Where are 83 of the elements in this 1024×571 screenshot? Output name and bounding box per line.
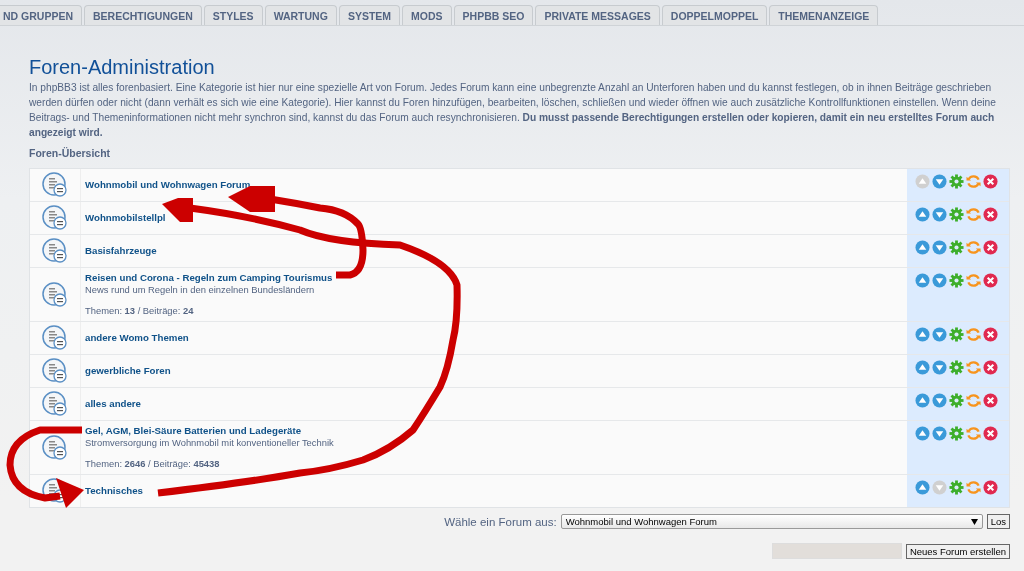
move-up-icon[interactable] xyxy=(915,240,930,255)
intro-paragraph: In phpBB3 ist alles forenbasiert. Eine Kategorie ist hier nur eine spezielle Art von Forum. Jedes Forum kann eine unbegrenzte Anzahl an Unterforen haben und du kannst festlegen, ob in ihnen Beiträge geschrieben werden dürfen oder nicht (dann verhält es sich wie eine Kategorie). Hier kannst du Foren hinzufügen, bearbeiten, löschen, schließen und wieder öffnen wie auch zusätzliche Kontrollfunktionen einstellen. Wenn deine Beitrags- und Themeninformationen nicht mehr synchron sind, kannst du das Forum auch resynchronisieren. Du musst passende Berechtigungen erstellen oder kopieren, damit ein neu erstelltes Forum auch angezeigt wird. xyxy=(29,81,997,140)
delete-icon[interactable] xyxy=(983,273,998,288)
move-up-icon[interactable] xyxy=(915,393,930,408)
settings-icon[interactable] xyxy=(949,327,964,342)
move-up-icon[interactable] xyxy=(915,207,930,222)
go-button[interactable]: Los xyxy=(986,514,1010,529)
settings-icon[interactable] xyxy=(949,393,964,408)
forum-link[interactable]: Technisches xyxy=(85,485,143,497)
nav-tab[interactable]: DOPPELMOPPEL xyxy=(661,5,768,25)
move-down-icon[interactable] xyxy=(932,393,947,408)
forum-link[interactable]: gewerbliche Foren xyxy=(85,365,171,377)
delete-icon[interactable] xyxy=(983,360,998,375)
settings-icon[interactable] xyxy=(949,273,964,288)
settings-icon[interactable] xyxy=(949,360,964,375)
nav-tab[interactable]: SYSTEM xyxy=(338,5,401,25)
move-down-icon[interactable] xyxy=(932,360,947,375)
forum-link[interactable]: alles andere xyxy=(85,398,141,410)
nav-tab[interactable]: STYLES xyxy=(203,5,263,25)
create-forum-button[interactable]: Neues Forum erstellen xyxy=(905,543,1010,559)
refresh-icon[interactable] xyxy=(966,327,981,342)
forum-link[interactable]: Gel, AGM, Blei-Säure Batterien und Ladegeräte xyxy=(85,425,302,437)
page-title: Foren-Administration xyxy=(29,56,216,79)
move-up-icon[interactable] xyxy=(915,273,930,288)
nav-tab[interactable]: THEMENANZEIGE xyxy=(769,5,879,25)
refresh-icon[interactable] xyxy=(966,207,981,222)
forum-icon xyxy=(42,281,68,308)
delete-icon[interactable] xyxy=(983,240,998,255)
forum-icon xyxy=(42,205,68,231)
move-up-icon[interactable] xyxy=(915,327,930,342)
forum-icon xyxy=(42,434,68,461)
forum-select[interactable]: Wohnmobil und Wohnwagen Forum xyxy=(560,514,983,529)
forum-icon xyxy=(42,325,68,351)
move-down-icon[interactable] xyxy=(932,273,947,288)
forum-icon xyxy=(42,358,68,384)
refresh-icon[interactable] xyxy=(966,480,981,495)
forum-link[interactable]: Wohnmobil und Wohnwagen Forum xyxy=(85,179,251,191)
move-down-icon[interactable] xyxy=(932,426,947,441)
delete-icon[interactable] xyxy=(983,174,998,189)
delete-icon[interactable] xyxy=(983,426,998,441)
move-up-icon[interactable] xyxy=(915,360,930,375)
forum-name-input[interactable] xyxy=(771,543,902,559)
settings-icon[interactable] xyxy=(949,240,964,255)
jump-label: Wähle ein Forum aus: xyxy=(444,515,557,528)
move-down-icon[interactable] xyxy=(932,207,947,222)
forum-description: News rund um Regeln in den einzelnen Bundesländern xyxy=(85,284,315,296)
forum-link[interactable]: Wohnmobilstellpl xyxy=(85,212,166,224)
delete-icon[interactable] xyxy=(983,393,998,408)
forum-stats: Themen: 13 / Beiträge: 24 xyxy=(85,305,194,317)
refresh-icon[interactable] xyxy=(966,393,981,408)
section-heading: Foren-Übersicht xyxy=(29,147,112,159)
nav-tab[interactable]: PHPBB SEO xyxy=(453,5,534,25)
refresh-icon[interactable] xyxy=(966,360,981,375)
move-down-icon[interactable] xyxy=(932,327,947,342)
forum-link[interactable]: Reisen und Corona - Regeln zum Camping Tourismus xyxy=(85,272,333,284)
dropdown-caret-icon xyxy=(970,518,978,525)
settings-icon[interactable] xyxy=(949,174,964,189)
delete-icon[interactable] xyxy=(983,480,998,495)
forum-description: Stromversorgung im Wohnmobil mit konventioneller Technik xyxy=(85,437,334,449)
settings-icon[interactable] xyxy=(949,480,964,495)
move-down-icon[interactable] xyxy=(932,240,947,255)
forum-stats: Themen: 2646 / Beiträge: 45438 xyxy=(85,458,220,470)
refresh-icon[interactable] xyxy=(966,273,981,288)
nav-tab[interactable]: BERECHTIGUNGEN xyxy=(84,5,202,25)
delete-icon[interactable] xyxy=(983,327,998,342)
settings-icon[interactable] xyxy=(949,426,964,441)
forum-link[interactable]: andere Womo Themen xyxy=(85,332,189,344)
nav-tab[interactable]: ND GRUPPEN xyxy=(0,5,82,25)
forum-icon xyxy=(42,172,68,198)
forum-icon xyxy=(42,238,68,264)
refresh-icon[interactable] xyxy=(966,174,981,189)
nav-tab[interactable]: PRIVATE MESSAGES xyxy=(535,5,660,25)
forum-link[interactable]: Basisfahrzeuge xyxy=(85,245,157,257)
nav-tab[interactable]: WARTUNG xyxy=(264,5,337,25)
refresh-icon[interactable] xyxy=(966,426,981,441)
move-up-icon[interactable] xyxy=(915,480,930,495)
move-up-icon[interactable] xyxy=(915,426,930,441)
move-down-icon[interactable] xyxy=(932,174,947,189)
forum-icon xyxy=(42,391,68,417)
refresh-icon[interactable] xyxy=(966,240,981,255)
settings-icon[interactable] xyxy=(949,207,964,222)
nav-tab[interactable]: MODS xyxy=(402,5,452,25)
delete-icon[interactable] xyxy=(983,207,998,222)
